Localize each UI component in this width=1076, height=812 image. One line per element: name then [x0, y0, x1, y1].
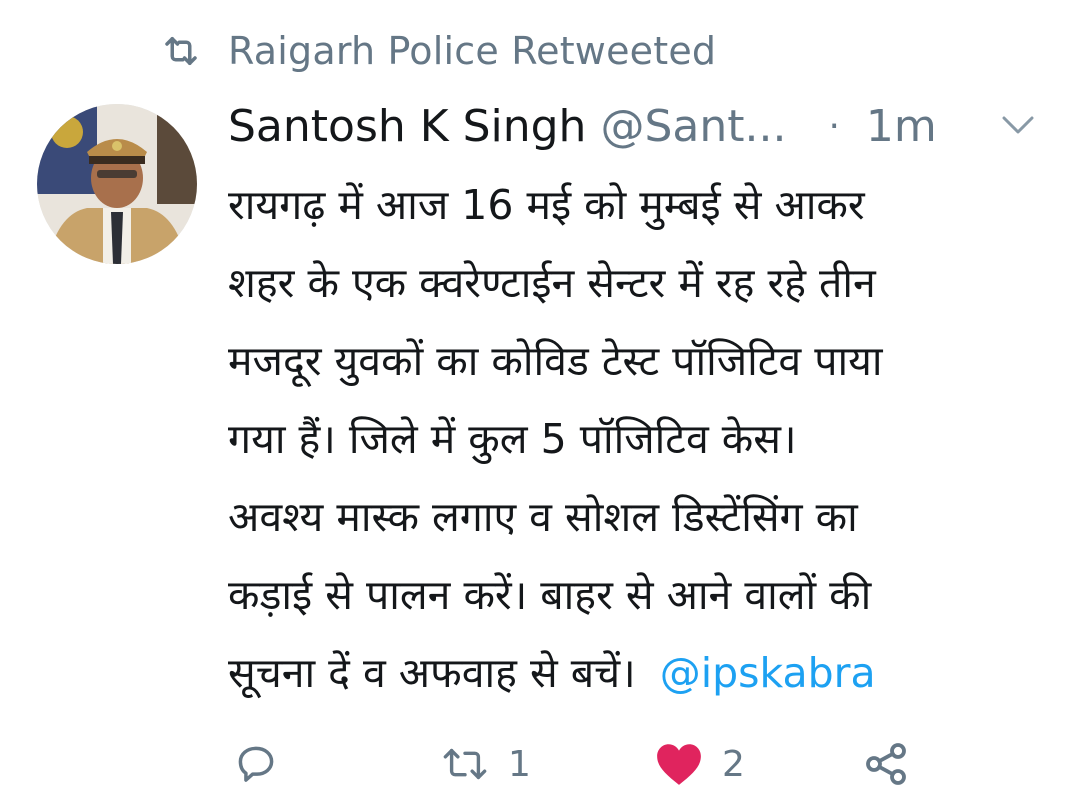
- action-bar: 1 2: [0, 736, 1076, 792]
- mention-link[interactable]: @ipskabra: [660, 649, 876, 697]
- avatar[interactable]: [37, 104, 197, 264]
- like-button[interactable]: 2: [654, 736, 745, 792]
- retweet-context-text[interactable]: Raigarh Police Retweeted: [228, 29, 716, 73]
- tweet-text-line: गया हैं। जिले में कुल 5 पॉजिटिव केस।: [228, 415, 797, 463]
- retweet-icon: [165, 37, 197, 65]
- tweet-text-line: रायगढ़ में आज 16 मई को मुम्बई से आकर: [228, 181, 865, 229]
- separator-dot: ·: [828, 105, 840, 147]
- reply-button[interactable]: [234, 736, 278, 792]
- share-icon: [866, 743, 906, 785]
- avatar-image: [37, 104, 197, 264]
- heart-icon: [657, 744, 701, 785]
- retweet-button[interactable]: 1: [440, 736, 531, 792]
- author-display-name[interactable]: Santosh K Singh: [228, 101, 586, 152]
- tweet[interactable]: Raigarh Police Retweeted Santosh K Singh…: [0, 0, 1076, 812]
- tweet-text-last-line: सूचना दें व अफवाह से बचें। @ipskabra: [228, 634, 1028, 712]
- author-handle[interactable]: @Sant...: [600, 101, 786, 152]
- reply-icon: [238, 746, 274, 782]
- tweet-timestamp[interactable]: 1m: [866, 101, 937, 152]
- retweet-icon: [443, 748, 487, 780]
- tweet-text-line: मजदूर युवकों का कोविड टेस्ट पॉजिटिव पाया: [228, 337, 883, 385]
- tweet-text-line: सूचना दें व अफवाह से बचें।: [228, 649, 636, 697]
- tweet-text-line: अवश्य मास्क लगाए व सोशल डिस्टेंसिंग का: [228, 493, 858, 541]
- tweet-text-line: कड़ाई से पालन करें। बाहर से आने वालों की: [228, 571, 872, 619]
- share-button[interactable]: [862, 736, 910, 792]
- chevron-down-icon[interactable]: [998, 110, 1038, 140]
- tweet-text-line: शहर के एक क्वरेण्टाईन सेन्टर में रह रहे …: [228, 259, 876, 307]
- retweet-count: 1: [508, 743, 531, 785]
- retweet-context: Raigarh Police Retweeted: [160, 26, 716, 76]
- tweet-header: Santosh K Singh @Sant... · 1m: [228, 96, 1048, 156]
- tweet-text: रायगढ़ में आज 16 मई को मुम्बई से आकर शहर…: [228, 166, 1028, 712]
- like-count: 2: [722, 743, 745, 785]
